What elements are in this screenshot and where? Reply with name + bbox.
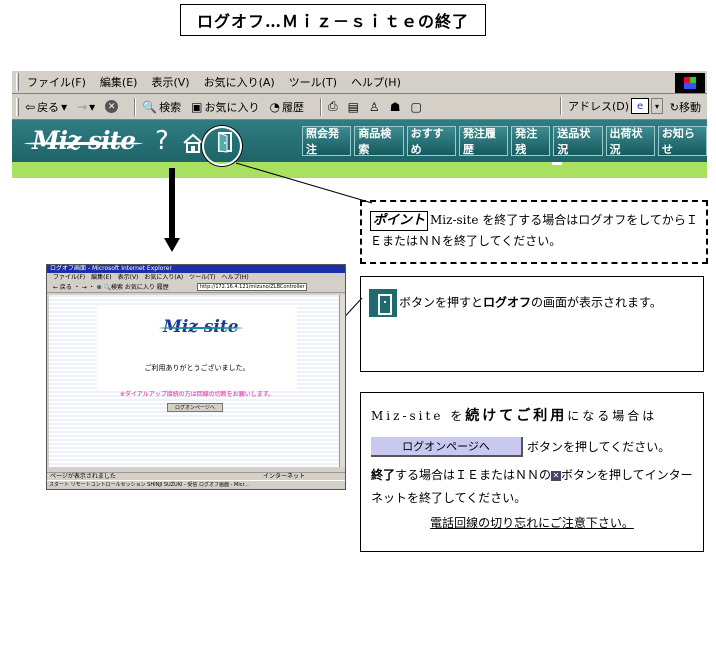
down-arrow-shaft — [169, 168, 175, 240]
logoff-door-icon — [369, 289, 397, 317]
mini-scrollbar — [339, 295, 345, 467]
mini-title-bar: ログオフ画面 - Microsoft Internet Explorer — [47, 265, 345, 273]
point-label: ポイント — [370, 211, 429, 231]
logon-button-text: ボタンを押してください。 — [527, 439, 671, 454]
logon-button-line: ログオンページへ ボタンを押してください。 — [371, 436, 693, 459]
mini-status-text: ページが表示されました — [50, 473, 116, 480]
continue-lead: Miz-site を — [371, 409, 466, 423]
exit-line: 終了する場合はＩＥまたはＮＮの ✕ ボタンを押してインターネットを終了してください。 — [371, 464, 693, 510]
mini-toolbar-text: ← 戻る ・ → ・ ⊗ 🔍検索 お気に入り 履歴 — [53, 284, 169, 291]
mini-logon-button: ログオンページへ — [167, 403, 223, 412]
exit-bold: 終了 — [371, 468, 396, 483]
mini-status-bar: ページが表示されました インターネット — [47, 472, 345, 480]
mini-site-logo: Miz site — [159, 317, 243, 337]
logoff-button-explanation: ボタンを押すとログオフの画面が表示されます。 — [360, 276, 704, 372]
close-icon: ✕ — [551, 470, 562, 481]
exit-text1: する場合はＩＥまたはＮＮの — [395, 468, 552, 483]
logoff-page-screenshot: ログオフ画面 - Microsoft Internet Explorer ファイ… — [46, 264, 346, 490]
continue-line: Miz-site を続けてご利用になる場合は — [371, 403, 693, 430]
continue-after: になる場合は — [567, 409, 658, 423]
mini-address-field: http://172.16.4.121/mizuno/ZLBController — [197, 283, 307, 291]
mini-menubar: ファイル(F) 編集(E) 表示(V) お気に入り(A) ツール(T) ヘルプ(… — [53, 274, 249, 281]
box2-text-after: の画面が表示されます。 — [531, 295, 662, 310]
mini-taskbar: スタート リモートコントロールセッション SHINJI SUZUKI - 受信 … — [47, 480, 345, 489]
mini-thanks-text: ご利用ありがとうございました。 — [144, 364, 250, 372]
phone-line-notice: 電話回線の切り忘れにご注意下さい。 — [430, 515, 634, 530]
mini-toolbar: ← 戻る ・ → ・ ⊗ 🔍検索 お気に入り 履歴 http://172.16.4… — [47, 282, 345, 293]
mini-logoff-card: Miz site ご利用ありがとうございました。 ※ダイアルアップ接続の方は回線… — [97, 305, 297, 398]
callout-line-point — [235, 162, 373, 204]
continue-or-exit-instructions: Miz-site を続けてご利用になる場合は ログオンページへ ボタンを押してくだ… — [360, 392, 704, 552]
mini-content: Miz site ご利用ありがとうございました。 ※ダイアルアップ接続の方は回線… — [49, 295, 343, 467]
point-callout: ポイント Miz-site を終了する場合はログオフをしてからＩＥまたはＮＮを終了… — [360, 200, 708, 264]
logon-page-button[interactable]: ログオンページへ — [371, 437, 523, 458]
down-arrow-head — [164, 238, 180, 252]
box2-bold: ログオフ — [483, 295, 532, 310]
box2-text: ボタンを押すと — [399, 295, 484, 310]
continue-bold: 続けてご利用 — [465, 408, 568, 424]
mini-warning-text: ※ダイアルアップ接続の方は回線の切断をお願いします。 — [119, 391, 275, 398]
